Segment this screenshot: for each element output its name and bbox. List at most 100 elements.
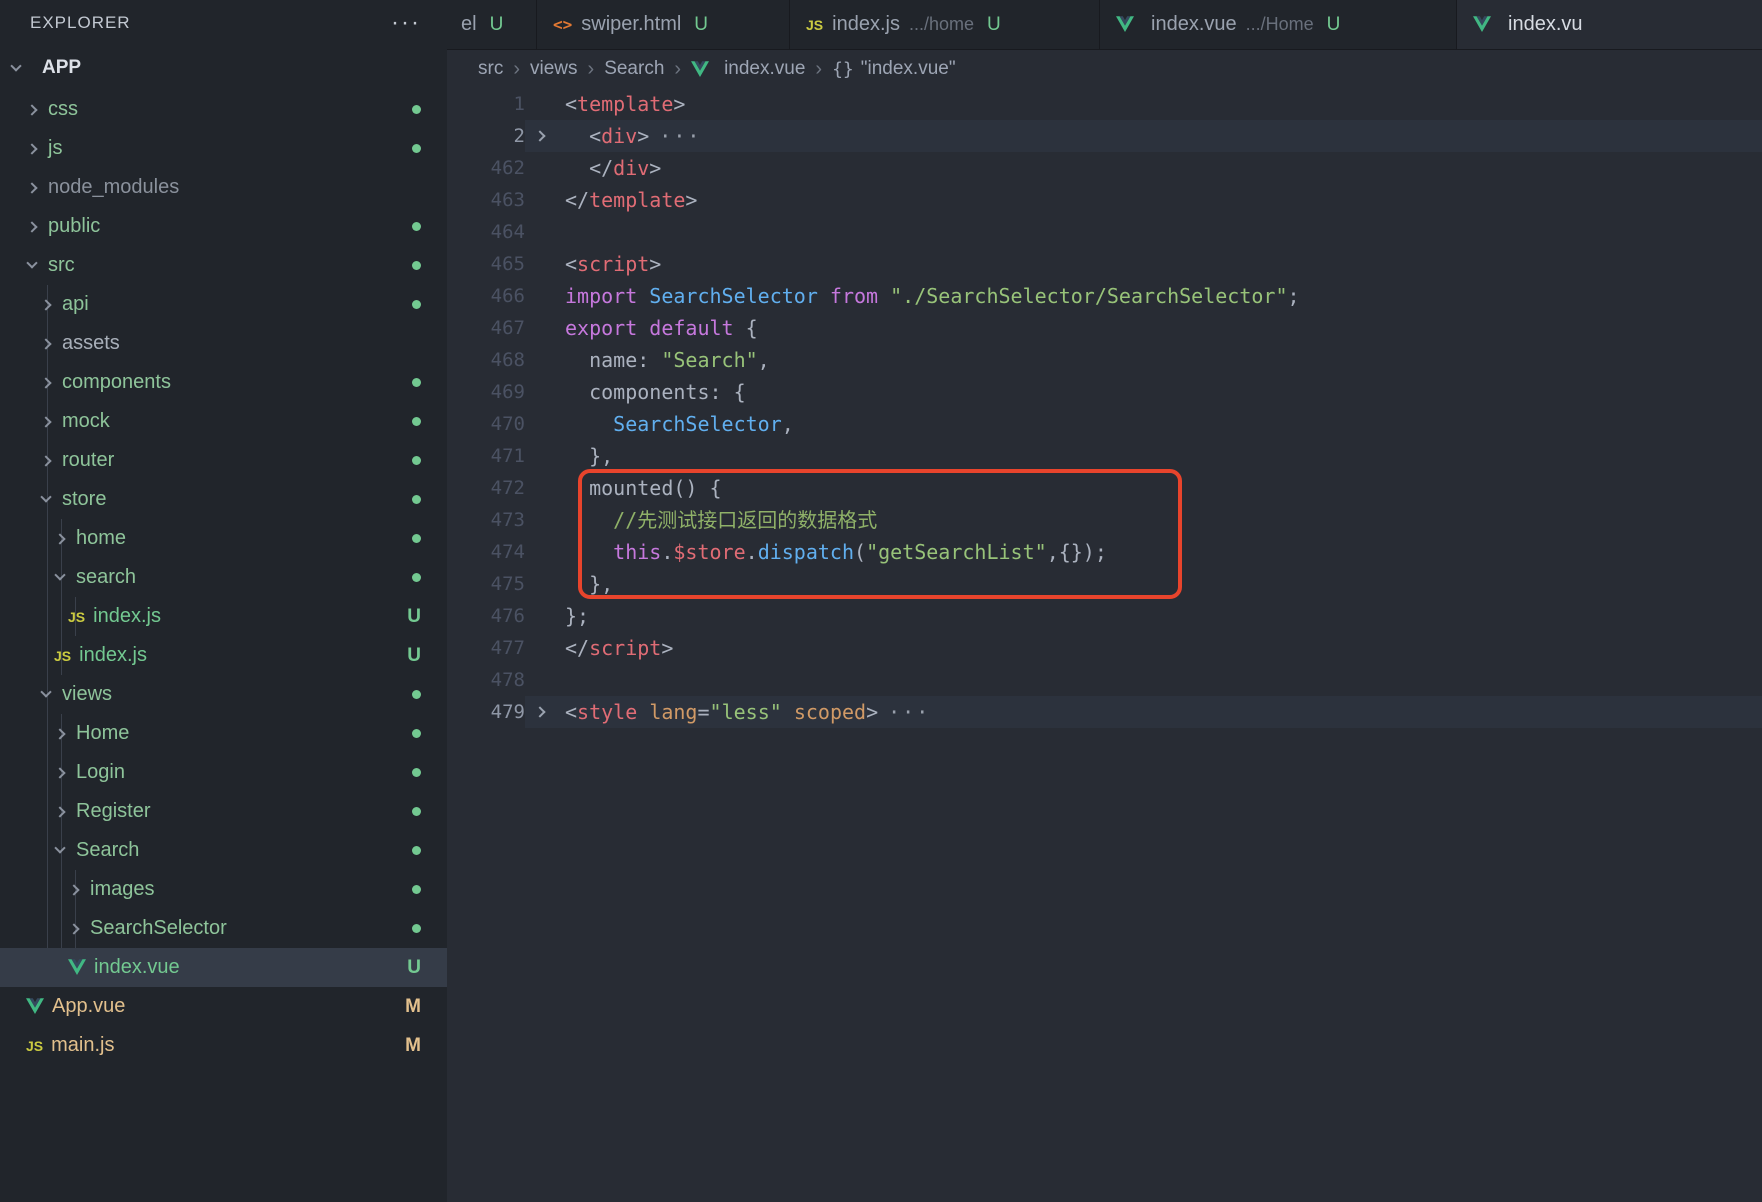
- line-content[interactable]: name: "Search",: [525, 344, 1762, 376]
- code-text: },: [555, 440, 613, 472]
- line-content[interactable]: },: [525, 568, 1762, 600]
- code-line-472[interactable]: 472 mounted() {: [447, 472, 1762, 504]
- code-line-1[interactable]: 1 <template>: [447, 88, 1762, 120]
- tree-item-index.js[interactable]: JS index.js U: [0, 636, 447, 675]
- line-content[interactable]: [525, 664, 1762, 696]
- code-line-462[interactable]: 462 </div>: [447, 152, 1762, 184]
- tree-item-images[interactable]: images: [0, 870, 447, 909]
- line-content[interactable]: import SearchSelector from "./SearchSele…: [525, 280, 1762, 312]
- git-changes-dot-icon: [412, 456, 421, 465]
- line-content[interactable]: this.$store.dispatch("getSearchList",{})…: [525, 536, 1762, 568]
- tree-item-css[interactable]: css: [0, 90, 447, 129]
- tree-item-app.vue[interactable]: App.vue M: [0, 987, 447, 1026]
- breadcrumb-item-src[interactable]: src: [478, 58, 503, 80]
- code-text: this.$store.dispatch("getSearchList",{})…: [555, 536, 1107, 568]
- fold-column: [525, 248, 555, 280]
- tree-item-main.js[interactable]: JS main.js M: [0, 1026, 447, 1065]
- code-line-474[interactable]: 474 this.$store.dispatch("getSearchList"…: [447, 536, 1762, 568]
- line-content[interactable]: //先测试接口返回的数据格式: [525, 504, 1762, 536]
- fold-chevron-icon[interactable]: [534, 130, 546, 142]
- line-content[interactable]: components: {: [525, 376, 1762, 408]
- code-line-466[interactable]: 466 import SearchSelector from "./SearchS…: [447, 280, 1762, 312]
- code-text: <script>: [555, 248, 661, 280]
- tree-item-home[interactable]: home: [0, 519, 447, 558]
- fold-chevron-icon[interactable]: [534, 706, 546, 718]
- breadcrumb-item-search[interactable]: Search: [604, 58, 664, 80]
- code-line-465[interactable]: 465 <script>: [447, 248, 1762, 280]
- tree-item-login[interactable]: Login: [0, 753, 447, 792]
- tab-el[interactable]: el U: [447, 0, 537, 49]
- git-status-badge: M: [405, 995, 421, 1017]
- tab-index.vu[interactable]: index.vu: [1457, 0, 1762, 49]
- line-content[interactable]: mounted() {: [525, 472, 1762, 504]
- fold-column: [525, 632, 555, 664]
- code-line-467[interactable]: 467 export default {: [447, 312, 1762, 344]
- code-line-469[interactable]: 469 components: {: [447, 376, 1762, 408]
- breadcrumb-item--index.vue-[interactable]: {} "index.vue": [832, 58, 956, 80]
- tree-item-index.vue[interactable]: index.vue U: [0, 948, 447, 987]
- tab-index.vue[interactable]: index.vue .../Home U: [1100, 0, 1457, 49]
- git-changes-dot-icon: [412, 495, 421, 504]
- line-content[interactable]: <template>: [525, 88, 1762, 120]
- code-line-2[interactable]: 2 <div> ···: [447, 120, 1762, 152]
- tree-item-search[interactable]: Search: [0, 831, 447, 870]
- breadcrumb-item-index.vue[interactable]: index.vue: [691, 58, 805, 80]
- code-line-479[interactable]: 479 <style lang="less" scoped> ···: [447, 696, 1762, 728]
- code-token: <: [565, 252, 578, 276]
- line-content[interactable]: </script>: [525, 632, 1762, 664]
- tree-item-store[interactable]: store: [0, 480, 447, 519]
- code-token: template: [577, 92, 674, 116]
- code-line-470[interactable]: 470 SearchSelector,: [447, 408, 1762, 440]
- tree-item-assets[interactable]: assets: [0, 324, 447, 363]
- code-line-475[interactable]: 475 },: [447, 568, 1762, 600]
- tree-item-router[interactable]: router: [0, 441, 447, 480]
- folded-code-ellipsis[interactable]: ···: [888, 700, 930, 724]
- code-line-463[interactable]: 463 </template>: [447, 184, 1762, 216]
- line-content[interactable]: <script>: [525, 248, 1762, 280]
- tree-item-index.js[interactable]: JS index.js U: [0, 597, 447, 636]
- line-content[interactable]: </template>: [525, 184, 1762, 216]
- tab-index.js[interactable]: JS index.js .../home U: [790, 0, 1100, 49]
- tree-item-js[interactable]: js: [0, 129, 447, 168]
- more-actions-icon[interactable]: ···: [391, 11, 421, 35]
- code-line-477[interactable]: 477 </script>: [447, 632, 1762, 664]
- tree-item-api[interactable]: api: [0, 285, 447, 324]
- line-content[interactable]: SearchSelector,: [525, 408, 1762, 440]
- tree-item-public[interactable]: public: [0, 207, 447, 246]
- code-token: script: [577, 252, 650, 276]
- tree-item-searchselector[interactable]: SearchSelector: [0, 909, 447, 948]
- tab-swiper.html[interactable]: <> swiper.html U: [537, 0, 790, 49]
- chevron-separator-icon: ›: [513, 57, 520, 80]
- line-content[interactable]: <div> ···: [525, 120, 1762, 152]
- line-content[interactable]: export default {: [525, 312, 1762, 344]
- breadcrumb-item-views[interactable]: views: [530, 58, 578, 80]
- code-editor[interactable]: 1 <template> 2 <div> ··· 462 </div> 463 </temp…: [447, 88, 1762, 1202]
- line-content[interactable]: </div>: [525, 152, 1762, 184]
- code-line-478[interactable]: 478: [447, 664, 1762, 696]
- fold-column: [525, 408, 555, 440]
- code-line-468[interactable]: 468 name: "Search",: [447, 344, 1762, 376]
- tree-item-mock[interactable]: mock: [0, 402, 447, 441]
- code-line-464[interactable]: 464: [447, 216, 1762, 248]
- tree-item-src[interactable]: src: [0, 246, 447, 285]
- fold-column: [525, 440, 555, 472]
- tree-item-home[interactable]: Home: [0, 714, 447, 753]
- line-content[interactable]: };: [525, 600, 1762, 632]
- code-line-471[interactable]: 471 },: [447, 440, 1762, 472]
- line-content[interactable]: <style lang="less" scoped> ···: [525, 696, 1762, 728]
- tree-item-components[interactable]: components: [0, 363, 447, 402]
- line-content[interactable]: },: [525, 440, 1762, 472]
- folded-code-ellipsis[interactable]: ···: [659, 124, 701, 148]
- line-content[interactable]: [525, 216, 1762, 248]
- tree-item-search[interactable]: search: [0, 558, 447, 597]
- tree-item-views[interactable]: views: [0, 675, 447, 714]
- workspace-section-app[interactable]: APP: [0, 46, 447, 90]
- tree-item-register[interactable]: Register: [0, 792, 447, 831]
- chevron-right-icon: [26, 103, 38, 116]
- tree-item-label: css: [48, 98, 78, 120]
- code-line-473[interactable]: 473 //先测试接口返回的数据格式: [447, 504, 1762, 536]
- code-line-476[interactable]: 476};: [447, 600, 1762, 632]
- tree-item-node-modules[interactable]: node_modules: [0, 168, 447, 207]
- chevron-right-icon: [40, 376, 52, 389]
